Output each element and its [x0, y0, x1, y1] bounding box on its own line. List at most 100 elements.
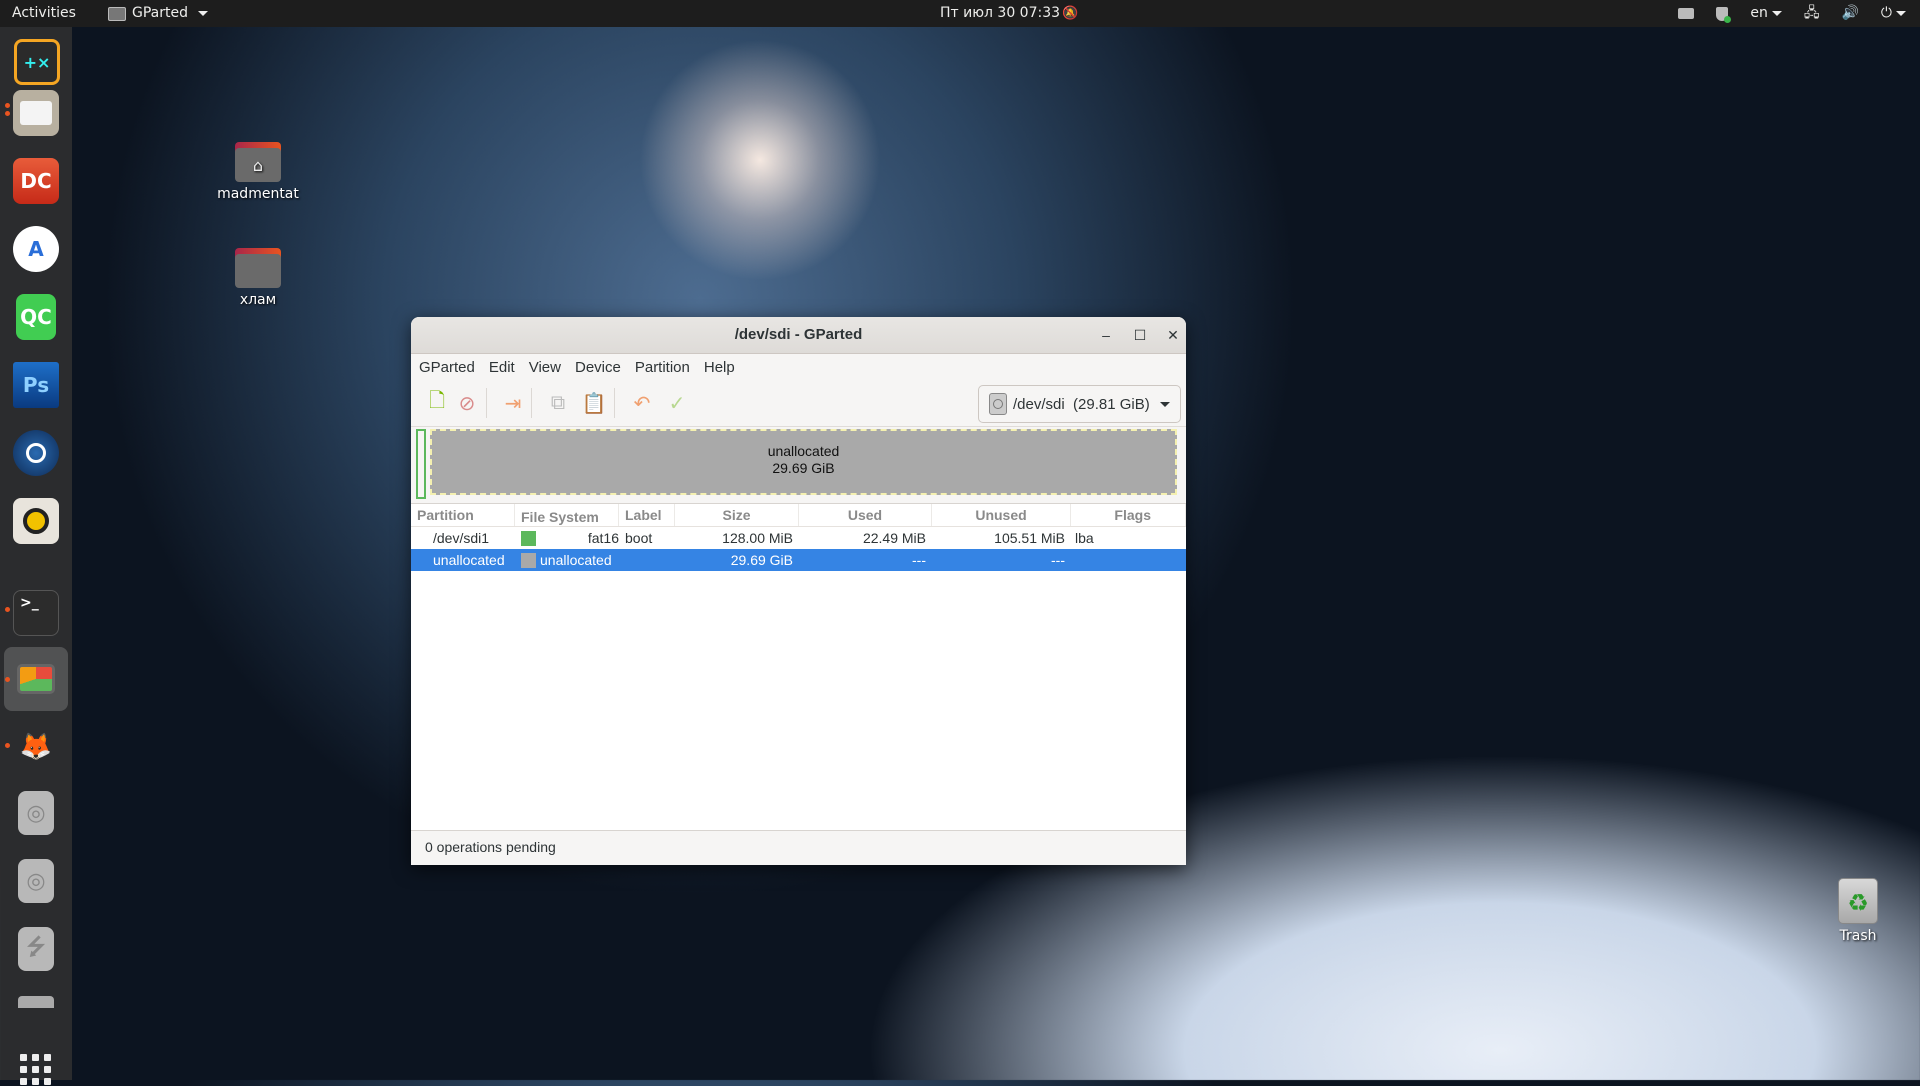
- dock-item-steam[interactable]: [13, 430, 59, 476]
- column-header-flags[interactable]: Flags: [1071, 504, 1186, 526]
- dock-item-rhythmbox[interactable]: [13, 498, 59, 544]
- running-indicator: [5, 743, 10, 748]
- security-shield-icon[interactable]: [1716, 6, 1732, 23]
- disk-drive-icon: [989, 393, 1007, 415]
- resize-move-button[interactable]: ⇥: [500, 390, 526, 416]
- clock[interactable]: Пт июл 30 07:33: [940, 0, 1060, 27]
- dock: +× DC A QC Ps >_ 🦊 ◎ ◎ ⭍: [0, 27, 72, 1085]
- column-header-size[interactable]: Size: [675, 504, 799, 526]
- column-header-unused[interactable]: Unused: [932, 504, 1071, 526]
- grid-dot: [32, 1066, 39, 1073]
- dock-item-files[interactable]: [13, 90, 59, 136]
- grid-dot: [44, 1054, 51, 1061]
- column-header-label[interactable]: Label: [619, 504, 675, 526]
- dock-item-optical-drive-1[interactable]: ◎: [18, 791, 54, 835]
- calculator-icon: +×: [23, 52, 51, 72]
- table-row[interactable]: unallocated unallocated 29.69 GiB --- ---: [411, 549, 1186, 571]
- dock-scroll-indicator[interactable]: [18, 996, 54, 1008]
- filesystem-color-swatch: [521, 530, 536, 546]
- dock-item-photoshop[interactable]: Ps: [13, 362, 59, 408]
- menu-gparted[interactable]: GParted: [419, 359, 475, 376]
- gparted-window: /dev/sdi - GParted – ☐ ✕ GParted Edit Vi…: [411, 317, 1186, 865]
- app-menu[interactable]: GParted: [108, 0, 208, 27]
- home-folder-icon: ⌂: [235, 142, 281, 182]
- grid-dot: [32, 1054, 39, 1061]
- running-indicator: [5, 677, 10, 682]
- cell-size: 128.00 MiB: [722, 530, 793, 546]
- dock-item-qt-creator[interactable]: QC: [16, 294, 56, 340]
- notifications-muted-icon[interactable]: 🔕: [1062, 0, 1078, 27]
- disk-map-unallocated[interactable]: unallocated 29.69 GiB: [430, 429, 1177, 495]
- toolbar-separator: [614, 388, 615, 418]
- dock-item-gimp[interactable]: 🦊: [13, 724, 59, 770]
- cell-used: 22.49 MiB: [862, 530, 926, 546]
- network-icon[interactable]: 🖧: [1804, 0, 1820, 27]
- menu-edit[interactable]: Edit: [489, 359, 515, 376]
- paste-button[interactable]: 📋: [581, 390, 607, 416]
- chevron-down-icon: [1896, 10, 1906, 16]
- column-header-filesystem[interactable]: File System: [515, 504, 619, 526]
- dock-item-gparted[interactable]: [13, 656, 59, 702]
- dock-item-calculator[interactable]: +×: [14, 39, 60, 85]
- grid-dot: [32, 1078, 39, 1085]
- close-button[interactable]: ✕: [1163, 325, 1183, 345]
- running-indicator: [5, 607, 10, 612]
- top-bar: Activities GParted Пт июл 30 07:33 🔕 en …: [0, 0, 1920, 27]
- cell-size: 29.69 GiB: [730, 552, 793, 568]
- dock-item-optical-drive-2[interactable]: ◎: [18, 859, 54, 903]
- keyboard-layout[interactable]: en: [1750, 0, 1782, 27]
- copy-icon: ⧉: [550, 391, 566, 414]
- undo-button[interactable]: ↶: [629, 390, 655, 416]
- dock-item-android-studio[interactable]: A: [13, 226, 59, 272]
- qt-creator-icon: QC: [20, 305, 52, 329]
- table-row[interactable]: /dev/sdi1 fat16 boot 128.00 MiB 22.49 MiB 105…: [411, 527, 1186, 549]
- status-bar: 0 operations pending: [425, 839, 556, 855]
- screen-indicator-icon[interactable]: [1678, 8, 1695, 19]
- disk-map-partition-sdi1[interactable]: [416, 429, 426, 499]
- volume-icon[interactable]: 🔊: [1841, 0, 1858, 27]
- menu-device[interactable]: Device: [575, 359, 621, 376]
- delete-partition-button[interactable]: ⊘: [454, 390, 480, 416]
- dock-item-double-commander[interactable]: DC: [13, 158, 59, 204]
- device-selector[interactable]: /dev/sdi (29.81 GiB): [978, 385, 1181, 423]
- photoshop-icon: Ps: [22, 373, 50, 397]
- title-bar[interactable]: /dev/sdi - GParted – ☐ ✕: [411, 317, 1186, 354]
- desktop-icon-folder[interactable]: хлам: [213, 248, 303, 308]
- cell-partition: unallocated: [433, 552, 505, 568]
- folder-icon: [20, 101, 52, 125]
- cell-partition: /dev/sdi1: [433, 530, 490, 546]
- usb-icon: ⭍: [26, 935, 46, 960]
- maximize-button[interactable]: ☐: [1130, 325, 1150, 345]
- dock-item-terminal[interactable]: >_: [13, 590, 59, 636]
- app-menu-label: GParted: [132, 5, 188, 21]
- terminal-icon: >_: [20, 595, 39, 611]
- disk-map-unallocated-size: 29.69 GiB: [772, 460, 835, 476]
- cell-filesystem: fat16: [515, 530, 619, 546]
- minimize-button[interactable]: –: [1096, 325, 1116, 345]
- column-header-partition[interactable]: Partition: [411, 504, 515, 526]
- menu-partition[interactable]: Partition: [635, 359, 690, 376]
- desktop-icon-label: madmentat: [217, 186, 299, 202]
- power-icon[interactable]: ⏻: [1881, 0, 1906, 27]
- double-commander-icon: DC: [20, 169, 52, 193]
- menu-bar: GParted Edit View Device Partition Help: [411, 354, 1186, 380]
- running-indicator: [5, 103, 10, 108]
- apply-button[interactable]: ✓: [664, 390, 690, 416]
- desktop-icon-home[interactable]: ⌂ madmentat: [213, 142, 303, 202]
- dock-item-usb-drive[interactable]: ⭍: [18, 927, 54, 971]
- toolbar: 🗋 ⊘ ⇥ ⧉ 📋 ↶ ✓ /dev/sdi (29.81 GiB): [411, 380, 1186, 427]
- column-header-used[interactable]: Used: [799, 504, 932, 526]
- grid-dot: [20, 1078, 27, 1085]
- menu-view[interactable]: View: [529, 359, 561, 376]
- menu-help[interactable]: Help: [704, 359, 735, 376]
- disk-map: unallocated 29.69 GiB: [415, 427, 1182, 499]
- activities-button[interactable]: Activities: [12, 0, 76, 27]
- clipboard-icon: 📋: [581, 392, 607, 415]
- new-partition-button[interactable]: 🗋: [424, 390, 450, 416]
- copy-button[interactable]: ⧉: [545, 390, 571, 416]
- desktop-icon-trash[interactable]: ♻ Trash: [1813, 878, 1903, 944]
- show-applications-button[interactable]: [20, 1054, 52, 1086]
- toolbar-separator: [531, 388, 532, 418]
- desktop-icon-label: Trash: [1839, 928, 1877, 944]
- cell-filesystem: unallocated: [515, 552, 619, 568]
